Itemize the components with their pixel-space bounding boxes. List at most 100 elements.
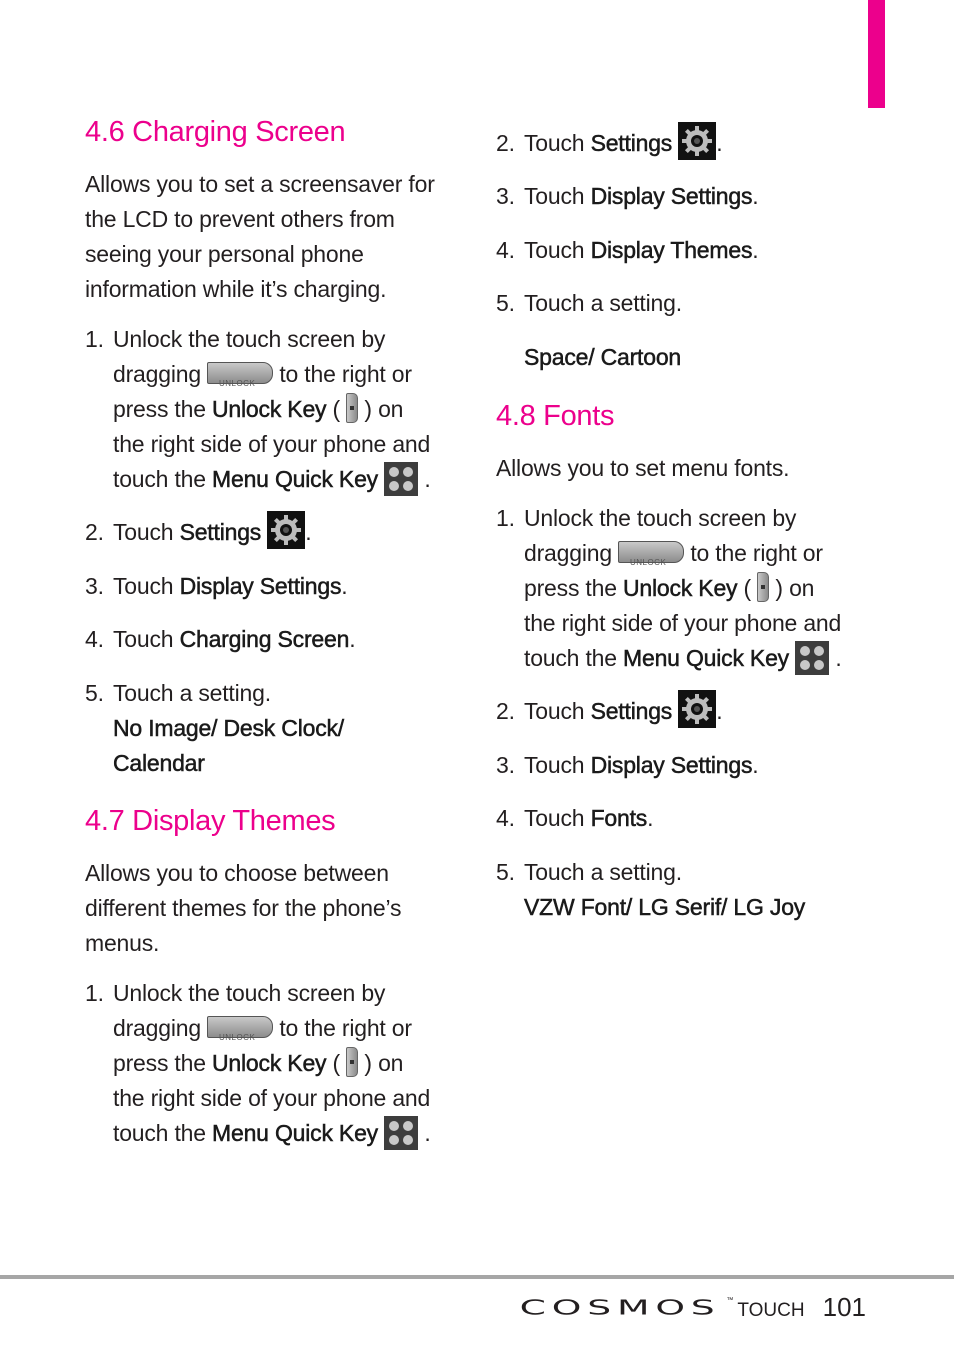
settings-gear-icon (678, 690, 717, 728)
step-number: 2. (496, 698, 515, 724)
step-number: 2. (496, 130, 515, 156)
charging-step-1: 1. Unlock the touch screen by dragging U… (85, 322, 465, 498)
step-text: the right side of your phone and (113, 431, 431, 457)
step-number: 5. (85, 680, 104, 706)
period: . (752, 183, 759, 209)
setting-options: Space/ Cartoon (524, 344, 682, 371)
step-text: ) on (364, 1050, 404, 1076)
step-text: Touch (113, 519, 174, 546)
period: . (424, 1120, 431, 1146)
step-text: Unlock the touch screen by (524, 505, 797, 531)
step-text: Touch (524, 698, 585, 725)
step-text: to the right or (279, 1015, 412, 1041)
settings-label: Settings (590, 130, 673, 157)
step-number: 4. (496, 237, 515, 263)
step-text: press the (113, 396, 206, 422)
step-number: 2. (85, 519, 104, 545)
step-number: 1. (496, 505, 515, 531)
page-number: 101 (822, 1292, 866, 1322)
brand-logo: COSMOS (519, 1296, 721, 1320)
step-text: dragging (113, 1015, 201, 1041)
unlock-slider-label: UNLOCK (218, 1032, 256, 1042)
product-suffix: TOUCH (737, 1300, 805, 1321)
unlock-slider-icon: UNLOCK (207, 361, 274, 388)
step-text: Touch (113, 573, 174, 599)
step-text: touch the (113, 466, 206, 492)
menu-item-label: Charging Screen (179, 626, 350, 653)
step-number: 1. (85, 326, 104, 352)
step-text: dragging UNLOCK to the right or (113, 1011, 465, 1046)
step-text: press the Unlock Key ( ) on (524, 571, 876, 606)
step-text: Touch (524, 752, 585, 778)
menu-item-label: Display Settings (590, 183, 753, 210)
step-text: touch the Menu Quick Key . (113, 1115, 465, 1152)
themes-step-3: 3. Touch Display Settings. (496, 179, 759, 214)
themes-step-1: 1. Unlock the touch screen by dragging U… (85, 976, 465, 1152)
setting-options: VZW Font/ LG Serif/ LG Joy (524, 894, 806, 921)
step-text: press the Unlock Key ( ) on (113, 1046, 465, 1081)
step-text: Touch a setting. (524, 859, 682, 885)
page-footer: COSMOS ™ TOUCH 101 (520, 1292, 866, 1323)
step-text: Unlock the touch screen by (113, 980, 386, 1006)
step-text: Unlock the touch screen by (113, 326, 386, 352)
step-text: Touch (524, 130, 585, 157)
settings-label: Settings (590, 698, 673, 725)
menu-item-label: Display Settings (179, 573, 342, 600)
intro-line: the LCD to prevent others from (85, 206, 395, 232)
settings-gear-icon (678, 122, 717, 160)
unlock-slider-icon: UNLOCK (207, 1015, 274, 1042)
step-text: Touch (524, 805, 585, 831)
step-text: press the (113, 1050, 206, 1076)
themes-intro: Allows you to choose between different t… (85, 856, 401, 961)
step-text: the right side of your phone and (113, 1085, 431, 1111)
period: . (349, 626, 356, 652)
charging-intro: Allows you to set a screensaver for the … (85, 167, 435, 307)
unlock-slider-icon: UNLOCK (618, 540, 685, 567)
fonts-step-4: 4. Touch Fonts. (496, 801, 654, 836)
step-text: ) on (364, 396, 404, 422)
step-text: dragging (524, 540, 612, 566)
menu-item-label: Fonts (590, 805, 648, 832)
step-number: 3. (85, 573, 104, 599)
menu-quick-key-label: Menu Quick Key (212, 1120, 379, 1147)
section-title-display-themes: 4.7 Display Themes (85, 805, 336, 837)
step-text: Touch a setting. (113, 680, 271, 706)
menu-quick-key-icon (384, 1115, 419, 1150)
period: . (305, 519, 312, 546)
step-text: touch the (113, 1120, 206, 1146)
section-title-fonts: 4.8 Fonts (496, 400, 615, 432)
section-title-charging-screen: 4.6 Charging Screen (85, 116, 346, 148)
intro-line: Allows you to set menu fonts. (496, 455, 790, 481)
step-text: Touch a setting. (524, 290, 682, 316)
step-number: 4. (496, 805, 515, 831)
step-text: to the right or (690, 540, 823, 566)
unlock-slider-label: UNLOCK (218, 378, 256, 388)
menu-quick-key-label: Menu Quick Key (212, 466, 379, 493)
period: . (424, 466, 431, 492)
trademark: ™ (726, 1297, 734, 1304)
step-number: 3. (496, 752, 515, 778)
period: . (752, 237, 759, 263)
step-number: 4. (85, 626, 104, 652)
charging-step-5: 5. Touch a setting. No Image/ Desk Clock… (85, 676, 344, 781)
themes-step-2: 2. Touch Settings . (496, 122, 723, 164)
intro-line: Allows you to set a screensaver for (85, 171, 435, 197)
step-number: 3. (496, 183, 515, 209)
unlock-key-icon (346, 1046, 359, 1077)
footer-rule (0, 1275, 954, 1279)
step-text: Touch (113, 626, 174, 652)
step-text: dragging UNLOCK to the right or (524, 536, 876, 571)
intro-line: menus. (85, 930, 160, 956)
menu-item-label: Display Themes (590, 237, 753, 264)
fonts-step-2: 2. Touch Settings . (496, 690, 723, 732)
menu-item-label: Display Settings (590, 752, 753, 779)
fonts-step-1: 1. Unlock the touch screen by dragging U… (496, 501, 876, 677)
unlock-key-icon (757, 571, 770, 602)
intro-line: different themes for the phone’s (85, 895, 402, 921)
period: . (835, 645, 842, 671)
step-text: ) on (775, 575, 815, 601)
unlock-slider-label: UNLOCK (629, 557, 667, 567)
menu-quick-key-icon (384, 461, 419, 496)
step-text: touch the (524, 645, 617, 671)
step-text: the right side of your phone and (524, 610, 842, 636)
